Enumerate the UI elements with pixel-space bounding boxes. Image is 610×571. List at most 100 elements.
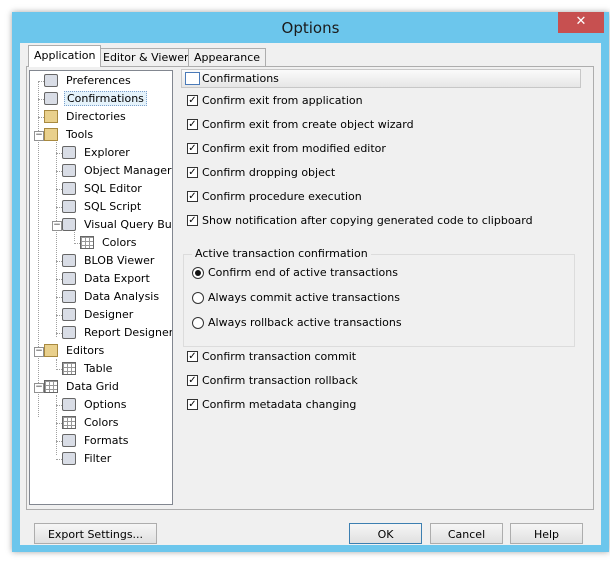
tree-item-report-designer[interactable]: Report Designer	[62, 325, 173, 341]
page-header: Confirmations	[181, 69, 581, 88]
object-manager-icon	[62, 164, 76, 177]
window-title: Options	[281, 19, 340, 37]
editors-icon	[44, 344, 58, 357]
visual-query-builder-icon	[62, 218, 76, 231]
formats-icon	[62, 434, 76, 447]
help-button[interactable]: Help	[510, 523, 583, 544]
tree-item-formats[interactable]: Formats	[62, 433, 131, 449]
checkbox-label: Confirm procedure execution	[202, 190, 362, 203]
radio-button-icon[interactable]	[192, 317, 204, 329]
tree-item-options[interactable]: Options	[62, 397, 128, 413]
checkbox-box[interactable]: ✓	[187, 119, 198, 130]
checkbox-box[interactable]: ✓	[187, 375, 198, 386]
data-grid-icon	[44, 380, 58, 393]
tree-item-confirmations[interactable]: Confirmations	[44, 91, 147, 107]
checkbox-label: Confirm dropping object	[202, 166, 336, 179]
tree-item-filter[interactable]: Filter	[62, 451, 113, 467]
collapse-toggle-icon[interactable]: −	[34, 383, 44, 393]
tree-item-tools[interactable]: Tools	[44, 127, 95, 143]
tree-guide-line	[56, 133, 57, 337]
radio-label: Always rollback active transactions	[208, 316, 402, 329]
tree-guide-line	[56, 395, 57, 455]
tree-item-label: Visual Query Buil	[84, 218, 173, 231]
tree-item-object-manager[interactable]: Object Manager	[62, 163, 172, 179]
collapse-toggle-icon[interactable]: −	[34, 131, 44, 141]
collapse-toggle-icon[interactable]: −	[52, 221, 62, 231]
radio-label: Confirm end of active transactions	[208, 266, 398, 279]
confirmations-icon	[185, 72, 200, 85]
sql-script-icon	[62, 200, 76, 213]
checkbox-label: Confirm metadata changing	[202, 398, 357, 411]
confirmations-icon	[44, 92, 58, 105]
checkbox-label: Confirm exit from application	[202, 94, 363, 107]
application-tab-panel: Preferences Confirmations Directories − Tool…	[26, 66, 594, 510]
cancel-button[interactable]: Cancel	[430, 523, 503, 544]
tree-item-label: Data Analysis	[84, 290, 160, 303]
tree-item-colors[interactable]: Colors	[80, 235, 138, 251]
tree-item-label: Explorer	[84, 146, 130, 159]
checkbox-label: Confirm transaction commit	[202, 350, 357, 363]
tab-appearance[interactable]: Appearance	[188, 48, 267, 66]
tree-item-table[interactable]: Table	[62, 361, 114, 377]
options-tree[interactable]: Preferences Confirmations Directories − Tool…	[29, 70, 173, 505]
tree-item-label: Colors	[84, 416, 119, 429]
tree-item-label: Confirmations	[64, 91, 147, 106]
dialog-client-area: Application Editor & Viewers Appearance …	[20, 43, 601, 545]
tree-item-label: Tools	[66, 128, 94, 141]
tree-item-sql-editor[interactable]: SQL Editor	[62, 181, 144, 197]
tree-item-preferences[interactable]: Preferences	[44, 73, 133, 89]
tree-item-label: Report Designer	[84, 326, 173, 339]
tree-item-editors[interactable]: Editors	[44, 343, 106, 359]
export-settings-button[interactable]: Export Settings...	[34, 523, 157, 544]
tree-item-label: Editors	[66, 344, 105, 357]
tree-item-visual-query-buil[interactable]: Visual Query Buil	[62, 217, 173, 233]
tree-item-label: Object Manager	[84, 164, 172, 177]
tree-guide-line	[56, 359, 57, 367]
blob-viewer-icon	[62, 254, 76, 267]
checkbox-label: Confirm transaction rollback	[202, 374, 358, 387]
tree-item-label: Table	[84, 362, 113, 375]
checkbox-box[interactable]: ✓	[187, 167, 198, 178]
radio-button-icon[interactable]	[192, 267, 204, 279]
tree-item-colors[interactable]: Colors	[62, 415, 120, 431]
table-icon	[62, 362, 76, 375]
tree-item-directories[interactable]: Directories	[44, 109, 128, 125]
tools-icon	[44, 128, 58, 141]
tree-item-label: Data Grid	[66, 380, 119, 393]
options-icon	[62, 398, 76, 411]
tree-item-sql-script[interactable]: SQL Script	[62, 199, 143, 215]
tree-item-label: Directories	[66, 110, 126, 123]
preferences-icon	[44, 74, 58, 87]
tab-application[interactable]: Application	[28, 45, 102, 67]
close-icon[interactable]: ✕	[558, 12, 604, 33]
group-title: Active transaction confirmation	[192, 247, 371, 260]
collapse-toggle-icon[interactable]: −	[34, 347, 44, 357]
options-window: Options ✕ Application Editor & Viewers A…	[12, 12, 609, 552]
tree-item-explorer[interactable]: Explorer	[62, 145, 132, 161]
colors-icon	[62, 416, 76, 429]
checkbox-box[interactable]: ✓	[187, 143, 198, 154]
title-bar[interactable]: Options ✕	[12, 12, 609, 44]
checkbox-label: Show notification after copying generate…	[202, 214, 533, 227]
checkbox-box[interactable]: ✓	[187, 399, 198, 410]
colors-icon	[80, 236, 94, 249]
tab-editor-viewers[interactable]: Editor & Viewers	[97, 48, 201, 66]
tree-item-label: SQL Script	[84, 200, 142, 213]
filter-icon	[62, 452, 76, 465]
tree-item-data-grid[interactable]: Data Grid	[44, 379, 121, 395]
tree-item-designer[interactable]: Designer	[62, 307, 135, 323]
checkbox-box[interactable]: ✓	[187, 95, 198, 106]
page-title: Confirmations	[202, 72, 279, 85]
tree-item-data-export[interactable]: Data Export	[62, 271, 152, 287]
tree-item-label: Formats	[84, 434, 129, 447]
checkbox-box[interactable]: ✓	[187, 351, 198, 362]
sql-editor-icon	[62, 182, 76, 195]
tree-item-blob-viewer[interactable]: BLOB Viewer	[62, 253, 156, 269]
directories-icon	[44, 110, 58, 123]
checkbox-box[interactable]: ✓	[187, 215, 198, 226]
tree-item-data-analysis[interactable]: Data Analysis	[62, 289, 161, 305]
radio-button-icon[interactable]	[192, 292, 204, 304]
checkbox-box[interactable]: ✓	[187, 191, 198, 202]
tree-item-label: Designer	[84, 308, 134, 321]
ok-button[interactable]: OK	[349, 523, 422, 544]
